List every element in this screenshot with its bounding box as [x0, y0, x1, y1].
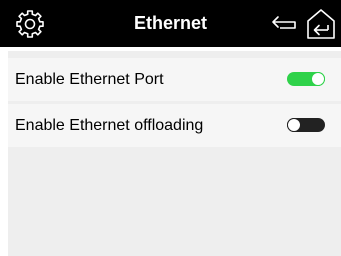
- toggle-knob: [311, 72, 325, 86]
- toggle-knob: [287, 118, 301, 132]
- header-bar: Ethernet: [0, 0, 341, 47]
- back-arrow-icon[interactable]: [271, 15, 297, 33]
- gear-icon[interactable]: [15, 8, 45, 38]
- ethernet-port-toggle[interactable]: [287, 72, 325, 86]
- setting-label: Enable Ethernet offloading: [15, 117, 204, 134]
- content-area: Enable Ethernet Port Enable Ethernet off…: [0, 47, 341, 256]
- settings-panel: Enable Ethernet Port Enable Ethernet off…: [8, 51, 341, 256]
- setting-row-ethernet-offloading[interactable]: Enable Ethernet offloading: [8, 104, 341, 147]
- setting-label: Enable Ethernet Port: [15, 71, 164, 88]
- setting-row-ethernet-port[interactable]: Enable Ethernet Port: [8, 58, 341, 101]
- ethernet-offloading-toggle[interactable]: [287, 118, 325, 132]
- home-icon[interactable]: [306, 8, 336, 40]
- app-window: Ethernet Enable Ethernet Port Enable Eth…: [0, 0, 341, 256]
